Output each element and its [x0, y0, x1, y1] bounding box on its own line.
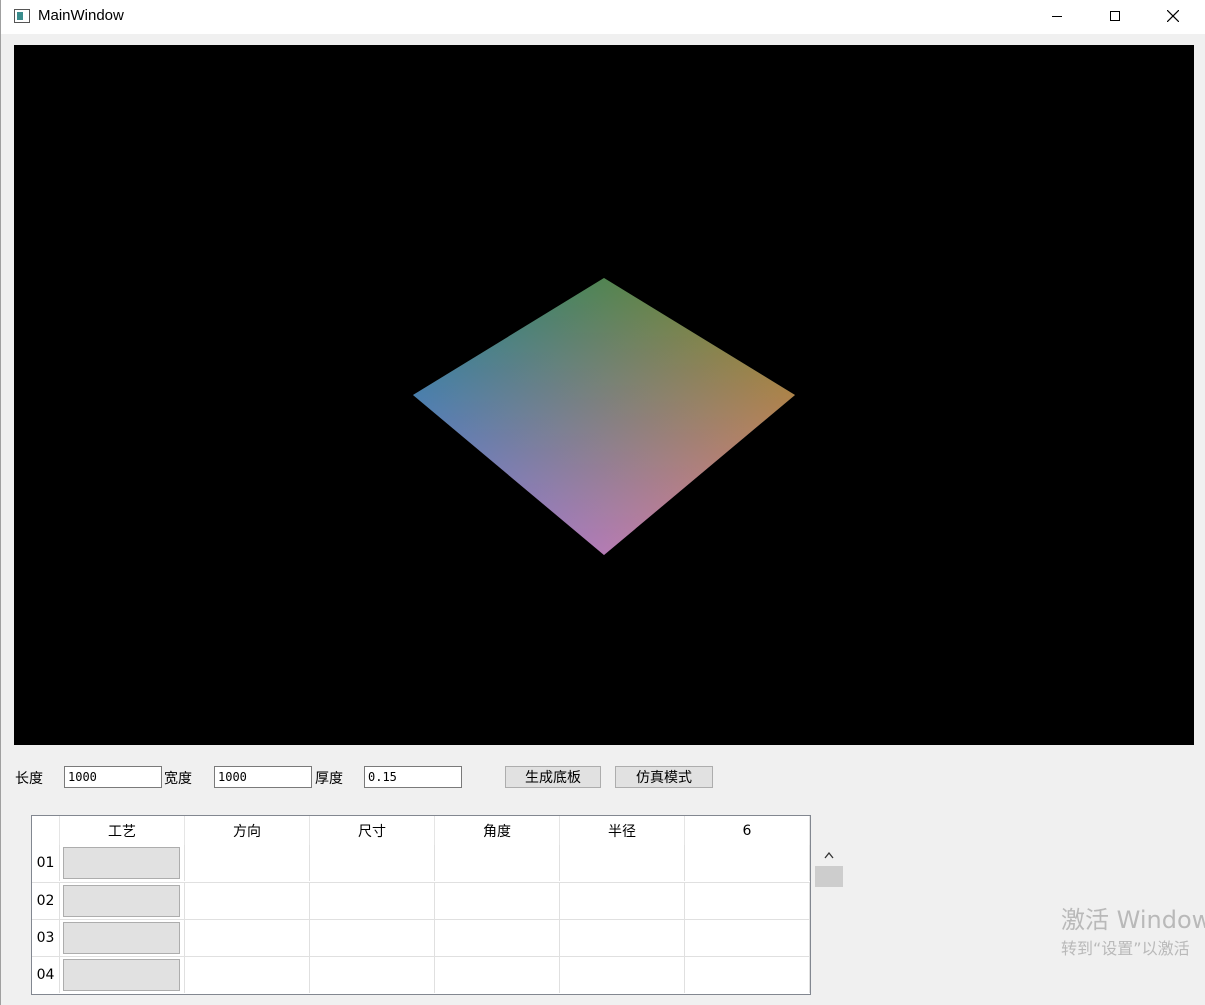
row-number: 01: [32, 845, 60, 881]
activation-watermark-subtitle: 转到“设置”以激活: [1061, 939, 1190, 958]
table-cell[interactable]: [185, 845, 310, 881]
table-row: 01: [32, 845, 810, 882]
header-angle[interactable]: 角度: [435, 816, 560, 845]
length-input[interactable]: [64, 766, 162, 788]
opengl-viewport[interactable]: [14, 45, 1194, 745]
table-cell[interactable]: [435, 845, 560, 881]
table-cell[interactable]: [685, 920, 810, 956]
width-input[interactable]: [214, 766, 312, 788]
scroll-up-button[interactable]: [819, 846, 839, 864]
table-cell[interactable]: [685, 957, 810, 993]
app-window-icon: [14, 9, 30, 23]
board-render: [413, 278, 795, 555]
header-direction[interactable]: 方向: [185, 816, 310, 845]
table-cell[interactable]: [560, 957, 685, 993]
table-cell[interactable]: [310, 920, 435, 956]
title-bar[interactable]: MainWindow: [1, 0, 1205, 34]
table-cell[interactable]: [310, 957, 435, 993]
table-row: 02: [32, 882, 810, 919]
scrollbar-thumb[interactable]: [815, 866, 843, 887]
process-table: 工艺 方向 尺寸 角度 半径 6 01 02 03 04: [31, 815, 811, 995]
header-process[interactable]: 工艺: [60, 816, 185, 845]
table-cell[interactable]: [60, 920, 185, 956]
table-cell[interactable]: [560, 920, 685, 956]
table-cell[interactable]: [185, 920, 310, 956]
table-cell[interactable]: [185, 883, 310, 919]
close-button[interactable]: [1144, 0, 1202, 32]
table-cell[interactable]: [435, 957, 560, 993]
row-number: 03: [32, 920, 60, 956]
table-cell[interactable]: [685, 845, 810, 881]
table-row: 04: [32, 956, 810, 993]
table-cell[interactable]: [60, 883, 185, 919]
thickness-input[interactable]: [364, 766, 462, 788]
simulation-mode-button[interactable]: 仿真模式: [615, 766, 713, 788]
window-title: MainWindow: [38, 7, 124, 24]
table-cell[interactable]: [60, 845, 185, 881]
table-cell[interactable]: [560, 845, 685, 881]
minimize-button[interactable]: [1028, 0, 1086, 32]
maximize-button[interactable]: [1086, 0, 1144, 32]
header-size[interactable]: 尺寸: [310, 816, 435, 845]
process-cell-button[interactable]: [63, 847, 180, 879]
table-cell[interactable]: [310, 845, 435, 881]
table-header: 工艺 方向 尺寸 角度 半径 6: [60, 816, 810, 845]
table-cell[interactable]: [435, 883, 560, 919]
main-window: MainWindow 长度 1000 宽度 1000 厚度 0.15 生成底板 …: [0, 0, 1205, 1005]
process-cell-button[interactable]: [63, 959, 180, 991]
length-label: 长度: [15, 771, 43, 787]
table-corner: [32, 816, 60, 845]
table-cell[interactable]: [560, 883, 685, 919]
generate-board-button[interactable]: 生成底板: [505, 766, 601, 788]
minimize-icon: [1052, 15, 1062, 17]
table-cell[interactable]: [185, 957, 310, 993]
width-label: 宽度: [164, 771, 192, 787]
thickness-label: 厚度: [315, 771, 343, 787]
process-cell-button[interactable]: [63, 922, 180, 954]
table-cell[interactable]: [60, 957, 185, 993]
board-diamond-overlay: [413, 278, 795, 555]
chevron-up-icon: [824, 851, 834, 858]
table-cell[interactable]: [435, 920, 560, 956]
activation-watermark-title: 激活 Windows: [1061, 906, 1205, 934]
table-cell[interactable]: [685, 883, 810, 919]
row-number: 04: [32, 957, 60, 993]
row-number: 02: [32, 883, 60, 919]
table-row: 03: [32, 919, 810, 956]
header-radius[interactable]: 半径: [560, 816, 685, 845]
header-col6[interactable]: 6: [685, 816, 810, 845]
process-cell-button[interactable]: [63, 885, 180, 917]
maximize-icon: [1110, 11, 1120, 21]
close-icon: [1167, 10, 1179, 22]
table-cell[interactable]: [310, 883, 435, 919]
